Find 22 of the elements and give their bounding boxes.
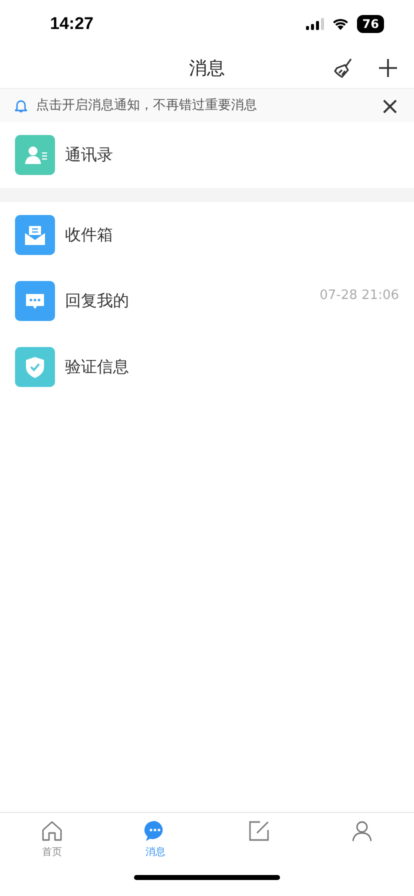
tab-bar-item[interactable]: 首页 — [0, 813, 104, 868]
edit-icon — [246, 819, 271, 843]
message-time: 07-28 21:06 — [320, 287, 399, 305]
category-label: 通讯录 — [65, 144, 113, 166]
chat-bubble-icon — [15, 281, 55, 321]
bell-icon — [14, 98, 28, 113]
clock-time: 14:27 — [50, 13, 94, 36]
person-icon — [350, 819, 374, 843]
close-button[interactable]: × — [380, 94, 400, 118]
category-label: 收件箱 — [65, 224, 113, 246]
battery-level: 76 — [357, 15, 384, 33]
notice-text: 点击开启消息通知，不再错过重要消息 — [36, 96, 257, 115]
page-title: 消息 — [189, 56, 225, 80]
shield-check-icon — [15, 347, 55, 387]
home-icon — [40, 819, 64, 843]
signal-icon — [306, 18, 324, 30]
category-label: 验证信息 — [65, 356, 129, 378]
wifi-icon — [332, 18, 350, 30]
plus-icon — [376, 56, 400, 80]
contact-card-icon — [15, 135, 55, 175]
envelope-icon — [15, 215, 55, 255]
category-label: 回复我的 — [65, 290, 129, 312]
